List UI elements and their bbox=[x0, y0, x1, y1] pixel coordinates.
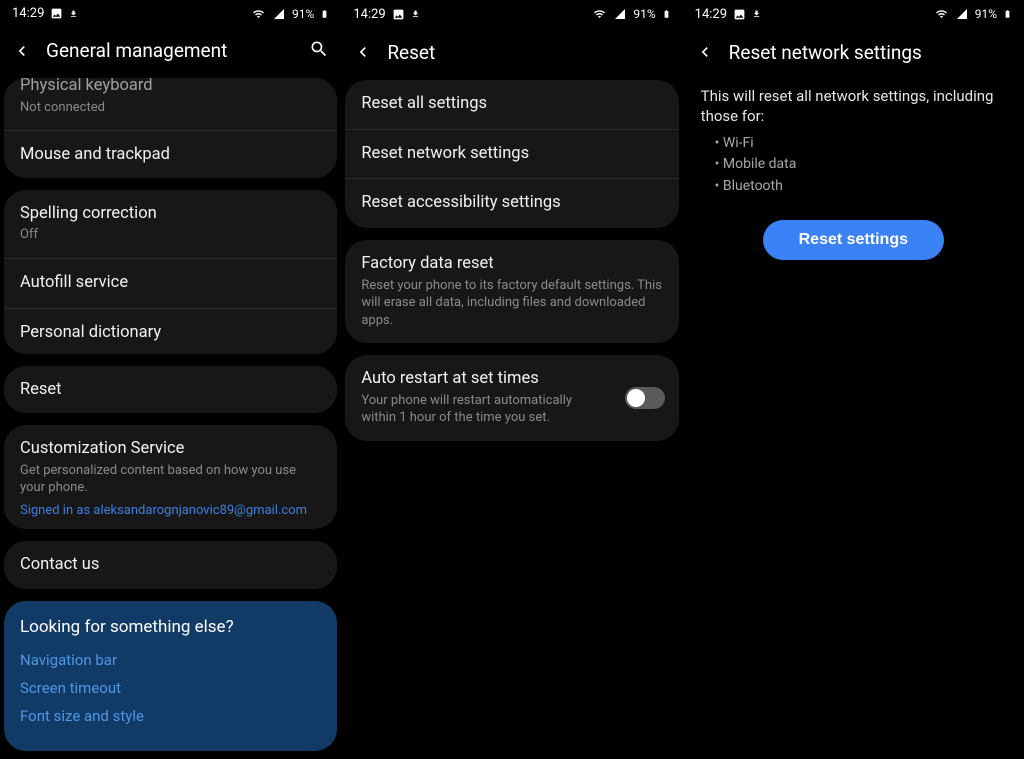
app-header: Reset bbox=[341, 28, 682, 76]
looking-for-heading: Looking for something else? bbox=[20, 617, 321, 637]
wifi-icon bbox=[934, 8, 949, 20]
download-icon bbox=[411, 8, 420, 20]
looking-for-panel: Looking for something else? Navigation b… bbox=[4, 601, 337, 751]
back-icon[interactable] bbox=[695, 42, 715, 62]
screen-reset-network: 14:29 91% Reset network settings This wi… bbox=[683, 0, 1024, 759]
status-time: 14:29 bbox=[353, 7, 385, 22]
status-battery: 91% bbox=[975, 7, 997, 21]
group-text-input: Spelling correction Off Autofill service… bbox=[4, 190, 337, 354]
page-title: Reset bbox=[387, 41, 435, 64]
group-auto-restart: Auto restart at set times Your phone wil… bbox=[345, 355, 678, 441]
list-item-mobile-data: Mobile data bbox=[715, 154, 1006, 176]
link-screen-timeout[interactable]: Screen timeout bbox=[20, 679, 321, 697]
list-item-wifi: Wi-Fi bbox=[715, 133, 1006, 155]
status-time: 14:29 bbox=[12, 6, 44, 21]
group-reset: Reset bbox=[4, 366, 337, 414]
row-reset-accessibility[interactable]: Reset accessibility settings bbox=[345, 179, 678, 228]
wifi-icon bbox=[251, 8, 266, 20]
back-icon[interactable] bbox=[353, 42, 373, 62]
status-battery: 91% bbox=[292, 7, 314, 21]
battery-icon bbox=[1003, 7, 1012, 21]
row-factory-data-reset[interactable]: Factory data reset Reset your phone to i… bbox=[345, 240, 678, 343]
download-icon bbox=[752, 8, 761, 20]
group-customization: Customization Service Get personalized c… bbox=[4, 425, 337, 529]
row-contact-us[interactable]: Contact us bbox=[4, 541, 337, 589]
image-icon bbox=[392, 8, 405, 21]
group-input-devices: Physical keyboard Not connected Mouse an… bbox=[4, 78, 337, 178]
row-reset-network[interactable]: Reset network settings bbox=[345, 130, 678, 180]
back-icon[interactable] bbox=[12, 41, 32, 61]
status-time: 14:29 bbox=[695, 7, 727, 22]
row-reset[interactable]: Reset bbox=[4, 366, 337, 414]
row-reset-all[interactable]: Reset all settings bbox=[345, 80, 678, 130]
reset-network-list: Wi-Fi Mobile data Bluetooth bbox=[715, 133, 1006, 198]
list-item-bluetooth: Bluetooth bbox=[715, 176, 1006, 198]
status-battery: 91% bbox=[633, 7, 655, 21]
image-icon bbox=[733, 8, 746, 21]
row-autofill-service[interactable]: Autofill service bbox=[4, 259, 337, 309]
wifi-icon bbox=[592, 8, 607, 20]
group-factory-reset: Factory data reset Reset your phone to i… bbox=[345, 240, 678, 343]
status-bar: 14:29 91% bbox=[341, 0, 682, 28]
app-header: Reset network settings bbox=[683, 28, 1024, 76]
app-header: General management bbox=[0, 27, 341, 74]
link-navigation-bar[interactable]: Navigation bar bbox=[20, 651, 321, 669]
search-icon bbox=[309, 39, 329, 59]
signal-icon bbox=[272, 8, 286, 20]
link-font-size-style[interactable]: Font size and style bbox=[20, 707, 321, 725]
download-icon bbox=[69, 8, 78, 20]
group-contact: Contact us bbox=[4, 541, 337, 589]
status-bar: 14:29 91% bbox=[0, 0, 341, 27]
row-customization-service[interactable]: Customization Service Get personalized c… bbox=[4, 425, 337, 529]
row-mouse-trackpad[interactable]: Mouse and trackpad bbox=[4, 131, 337, 177]
battery-icon bbox=[662, 7, 671, 21]
search-button[interactable] bbox=[309, 39, 329, 63]
reset-settings-button[interactable]: Reset settings bbox=[763, 220, 944, 260]
reset-network-body: This will reset all network settings, in… bbox=[683, 76, 1024, 270]
row-spelling-correction[interactable]: Spelling correction Off bbox=[4, 190, 337, 259]
page-title: General management bbox=[46, 39, 227, 62]
signal-icon bbox=[955, 8, 969, 20]
reset-network-lead: This will reset all network settings, in… bbox=[701, 86, 1006, 127]
page-title: Reset network settings bbox=[729, 41, 922, 64]
signed-in-link[interactable]: Signed in as aleksandarognjanovic89@gmai… bbox=[20, 503, 321, 518]
row-auto-restart[interactable]: Auto restart at set times Your phone wil… bbox=[345, 355, 678, 441]
screen-general-management: 14:29 91% General management Physical ke… bbox=[0, 0, 341, 759]
screen-reset: 14:29 91% Reset Reset all settings Reset… bbox=[341, 0, 682, 759]
auto-restart-toggle[interactable] bbox=[625, 387, 665, 409]
row-physical-keyboard[interactable]: Physical keyboard Not connected bbox=[4, 78, 337, 131]
signal-icon bbox=[613, 8, 627, 20]
status-bar: 14:29 91% bbox=[683, 0, 1024, 28]
row-personal-dictionary[interactable]: Personal dictionary bbox=[4, 309, 337, 354]
group-reset-options: Reset all settings Reset network setting… bbox=[345, 80, 678, 228]
image-icon bbox=[50, 7, 63, 20]
battery-icon bbox=[320, 7, 329, 21]
